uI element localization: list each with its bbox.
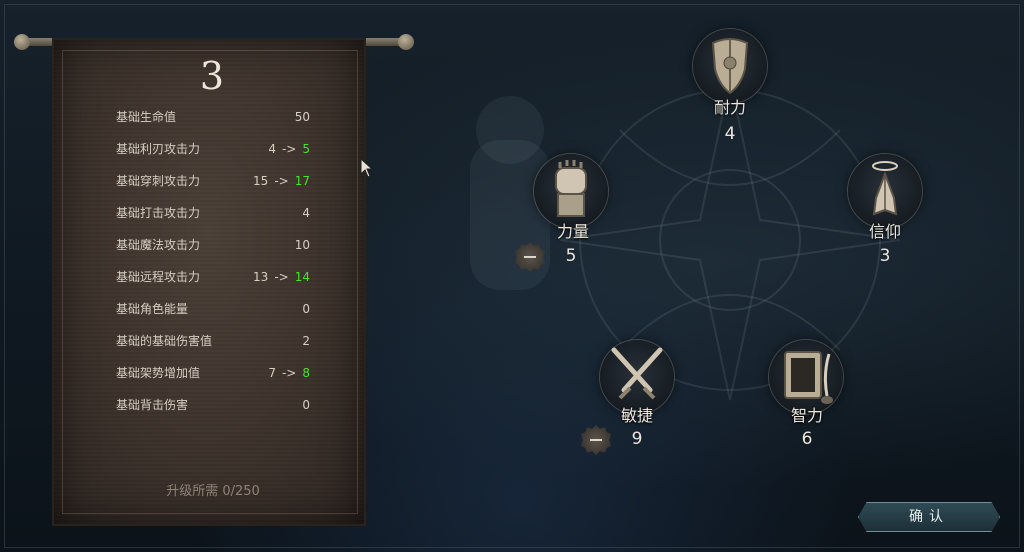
- stat-current-value: 2: [302, 334, 310, 348]
- stat-new-value: 5: [302, 142, 310, 156]
- stat-row: 基础利刃攻击力 4 -> 5: [116, 133, 310, 165]
- confirm-button[interactable]: 确认: [858, 502, 1000, 532]
- shield-icon[interactable]: [693, 29, 767, 103]
- rod-knob-left: [14, 34, 30, 50]
- mouse-cursor-icon: [360, 158, 374, 178]
- stat-name: 基础穿刺攻击力: [116, 174, 201, 188]
- stat-row: 基础角色能量 0: [116, 293, 310, 325]
- stat-current-value: 4: [302, 206, 310, 220]
- stat-new-value: 8: [302, 366, 310, 380]
- stat-current-value: 0: [302, 398, 310, 412]
- stat-current-value: 7: [268, 366, 276, 380]
- attribute-value-faith: 3: [879, 246, 891, 266]
- stat-arrow: ->: [274, 270, 289, 284]
- rod-knob-right: [398, 34, 414, 50]
- stat-value-group: 10: [295, 229, 310, 261]
- stat-current-value: 15: [253, 174, 269, 188]
- stat-name: 基础远程攻击力: [116, 270, 201, 284]
- upgrade-requirement: 升级所需 0/250: [166, 484, 260, 499]
- stat-arrow: ->: [281, 366, 297, 380]
- stat-value-group: 2: [302, 325, 310, 357]
- stat-arrow: ->: [274, 174, 289, 188]
- attribute-name-agility: 敏捷: [620, 406, 653, 425]
- stat-new-value: 17: [294, 174, 310, 188]
- stat-value-group: 13 -> 14: [253, 261, 310, 293]
- stat-value-group: 4 -> 5: [268, 133, 310, 165]
- stat-row: 基础远程攻击力 13 -> 14: [116, 261, 310, 293]
- stat-name: 基础魔法攻击力: [116, 238, 201, 252]
- stat-value-group: 15 -> 17: [253, 165, 310, 197]
- stat-value-group: 7 -> 8: [268, 357, 310, 389]
- character-level: 3: [199, 54, 225, 98]
- stat-name: 基础打击攻击力: [116, 206, 201, 220]
- stat-new-value: 14: [294, 270, 310, 284]
- praying-hands-icon[interactable]: [848, 154, 922, 228]
- stat-current-value: 4: [268, 142, 276, 156]
- stats-list: 基础生命值 50 基础利刃攻击力 4 -> 5 基础穿刺攻击力 15 -> 17 基础打击攻击力 4 基…: [116, 101, 310, 421]
- stat-name: 基础架势增加值: [116, 366, 201, 380]
- attribute-value-endurance: 4: [724, 124, 736, 144]
- stat-name: 基础的基础伤害值: [116, 334, 213, 348]
- stat-current-value: 13: [253, 270, 269, 284]
- attribute-value-intelligence: 6: [801, 429, 813, 449]
- stat-row: 基础魔法攻击力 10: [116, 229, 310, 261]
- stat-name: 基础角色能量: [116, 302, 189, 316]
- attribute-value-agility: 9: [631, 429, 643, 449]
- fist-icon[interactable]: [534, 154, 608, 228]
- stat-current-value: 0: [302, 302, 310, 316]
- stat-row: 基础背击伤害 0: [116, 389, 310, 421]
- stat-row: 基础生命值 50: [116, 101, 310, 133]
- stat-name: 基础生命值: [116, 110, 177, 124]
- stat-row: 基础架势增加值 7 -> 8: [116, 357, 310, 389]
- stat-row: 基础穿刺攻击力 15 -> 17: [116, 165, 310, 197]
- stat-name: 基础背击伤害: [116, 398, 189, 412]
- stat-row: 基础的基础伤害值 2: [116, 325, 310, 357]
- stat-current-value: 10: [294, 238, 310, 252]
- stat-value-group: 0: [302, 389, 310, 421]
- attribute-value-strength: 5: [565, 246, 577, 266]
- attribute-name-faith: 信仰: [868, 222, 901, 241]
- stat-value-group: 50: [295, 101, 310, 133]
- stat-value-group: 4: [302, 197, 310, 229]
- attribute-name-strength: 力量: [556, 222, 589, 241]
- attribute-name-intelligence: 智力: [790, 406, 823, 425]
- stat-value-group: 0: [302, 293, 310, 325]
- attribute-name-endurance: 耐力: [713, 98, 746, 117]
- stat-arrow: ->: [281, 142, 297, 156]
- stat-current-value: 50: [294, 110, 310, 124]
- stat-row: 基础打击攻击力 4: [116, 197, 310, 229]
- stat-name: 基础利刃攻击力: [116, 142, 201, 156]
